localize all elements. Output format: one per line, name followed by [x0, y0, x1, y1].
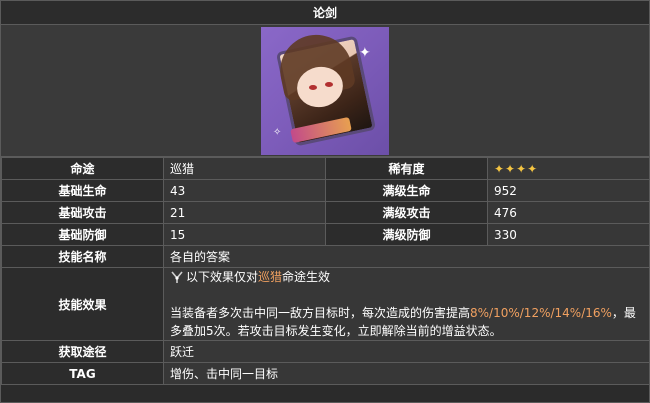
max-hp-value: 952 — [487, 179, 650, 202]
skill-description: 当装备者多次击中同一敌方目标时，每次造成的伤害提高8%/10%/12%/14%/… — [170, 304, 643, 340]
sparkle-icon: ✦ — [359, 45, 371, 61]
base-def-value: 15 — [163, 223, 326, 246]
path-label: 命途 — [1, 157, 164, 180]
portrait-row: ✦ ✧ — [1, 25, 649, 157]
table-row: 基础防御 15 满级防御 330 — [1, 223, 650, 246]
skill-name-value: 各自的答案 — [163, 245, 650, 268]
skill-condition-path-link[interactable]: 巡猎 — [258, 270, 282, 284]
rarity-value: ✦✦✦✦ — [487, 157, 650, 180]
tag-value: 增伤、击中同一目标 — [163, 362, 650, 385]
max-def-label: 满级防御 — [325, 223, 488, 246]
base-atk-label: 基础攻击 — [1, 201, 164, 224]
hunt-path-icon — [171, 271, 183, 283]
max-def-value: 330 — [487, 223, 650, 246]
max-hp-label: 满级生命 — [325, 179, 488, 202]
skill-effect-value: 以下效果仅对巡猎命途生效 当装备者多次击中同一敌方目标时，每次造成的伤害提高8%… — [163, 267, 650, 341]
light-cone-portrait: ✦ ✧ — [261, 27, 389, 155]
skill-desc-values: 8%/10%/12%/14%/16% — [470, 306, 612, 320]
rarity-label: 稀有度 — [325, 157, 488, 180]
skill-name-label: 技能名称 — [1, 245, 164, 268]
stats-table: 命途 巡猎 稀有度 ✦✦✦✦ 基础生命 43 满级生命 952 基础攻击 21 … — [1, 157, 650, 385]
portrait-eye — [325, 82, 333, 87]
skill-condition-prefix: 以下效果仅对 — [186, 270, 259, 284]
obtain-value: 跃迁 — [163, 340, 650, 363]
obtain-label: 获取途径 — [1, 340, 164, 363]
path-value: 巡猎 — [163, 157, 326, 180]
max-atk-label: 满级攻击 — [325, 201, 488, 224]
table-row: 技能名称 各自的答案 — [1, 245, 650, 268]
max-atk-value: 476 — [487, 201, 650, 224]
skill-effect-label: 技能效果 — [1, 267, 164, 341]
table-row: 基础攻击 21 满级攻击 476 — [1, 201, 650, 224]
table-row: TAG 增伤、击中同一目标 — [1, 362, 650, 385]
page-title: 论剑 — [1, 1, 649, 25]
table-row: 获取途径 跃迁 — [1, 340, 650, 363]
light-cone-panel: 论剑 ✦ ✧ 命途 巡猎 稀有度 ✦✦✦✦ 基础生命 43 满级生命 952 基… — [0, 0, 650, 403]
base-atk-value: 21 — [163, 201, 326, 224]
table-row: 基础生命 43 满级生命 952 — [1, 179, 650, 202]
table-row: 命途 巡猎 稀有度 ✦✦✦✦ — [1, 157, 650, 180]
skill-condition: 以下效果仅对巡猎命途生效 — [170, 268, 643, 286]
base-hp-value: 43 — [163, 179, 326, 202]
portrait-eye — [309, 85, 317, 90]
base-def-label: 基础防御 — [1, 223, 164, 246]
table-row: 技能效果 以下效果仅对巡猎命途生效 当装备者多次击中同一敌方目标时，每次造成的伤… — [1, 267, 650, 341]
base-hp-label: 基础生命 — [1, 179, 164, 202]
rarity-stars-icon: ✦✦✦✦ — [494, 161, 539, 176]
tag-label: TAG — [1, 362, 164, 385]
skill-condition-suffix: 命途生效 — [282, 270, 331, 284]
skill-desc-a: 当装备者多次击中同一敌方目标时，每次造成的伤害提高 — [170, 306, 471, 320]
sparkle-icon: ✧ — [273, 127, 282, 138]
